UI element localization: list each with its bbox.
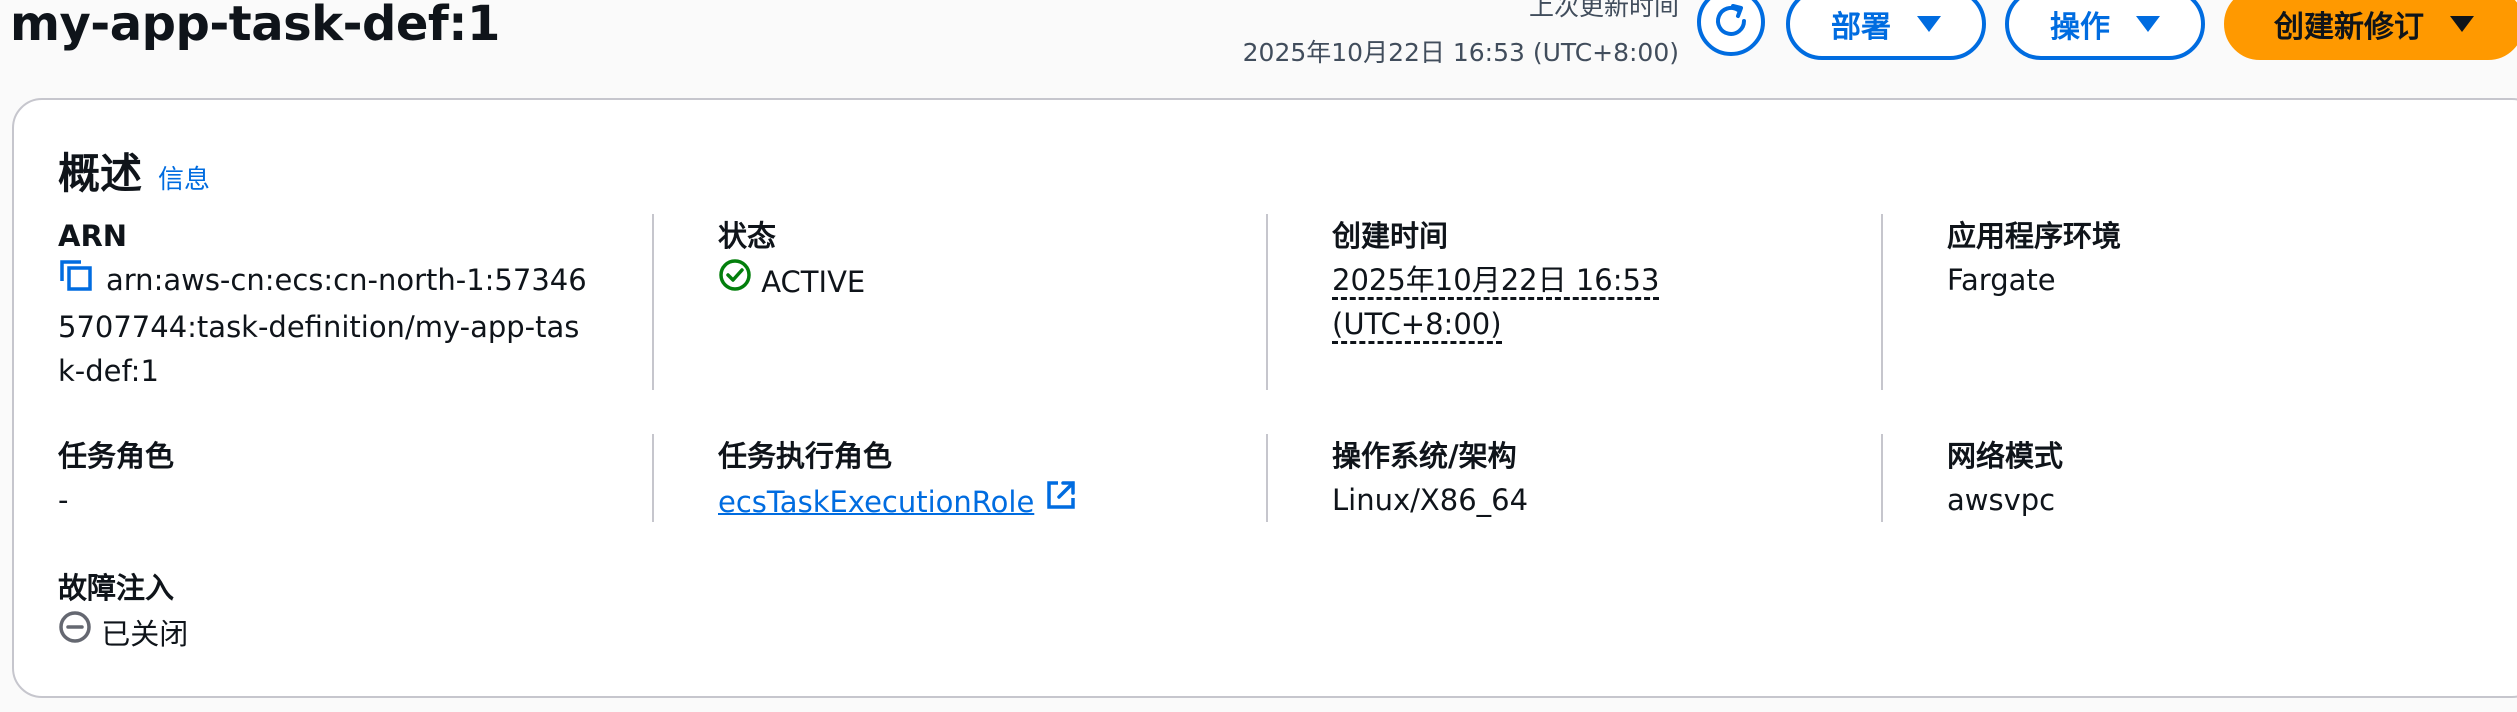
exec-role-value: ecsTaskExecutionRole	[718, 478, 1238, 524]
exec-role-link[interactable]: ecsTaskExecutionRole	[718, 485, 1034, 519]
created-time-line: 2025年10月22日 16:53	[1332, 263, 1660, 300]
column-divider	[1266, 434, 1268, 522]
app-env-field: 应用程序环境 Fargate	[1947, 214, 2467, 302]
overview-header: 概述 信息	[58, 140, 210, 201]
overview-title: 概述	[58, 149, 143, 198]
status-stopped-icon	[58, 611, 101, 651]
task-role-value: -	[58, 483, 69, 517]
arn-label: ARN	[58, 219, 128, 253]
fault-injection-label: 故障注入	[58, 571, 175, 605]
create-revision-button[interactable]: 创建新修订	[2224, 0, 2517, 60]
app-env-value: Fargate	[1947, 263, 2056, 297]
arn-line: arn:aws-cn:ecs:cn-north-1:57346	[106, 263, 587, 297]
deploy-dropdown-button[interactable]: 部署	[1786, 0, 1986, 60]
actions-dropdown-button[interactable]: 操作	[2005, 0, 2205, 60]
deploy-button-label: 部署	[1831, 11, 1891, 44]
status-label: 状态	[718, 219, 777, 253]
status-field: 状态 ACTIVE	[718, 214, 1238, 304]
fault-injection-field: 故障注入 已关闭	[58, 566, 618, 656]
info-link[interactable]: 信息	[158, 159, 210, 196]
external-link-icon[interactable]	[1044, 481, 1078, 519]
fault-injection-value: 已关闭	[58, 610, 618, 656]
refresh-icon	[1711, 1, 1751, 44]
last-updated-value: 2025年10月22日 16:53 (UTC+8:00)	[1242, 38, 1679, 67]
os-arch-field: 操作系统/架构 Linux/X86_64	[1332, 434, 1852, 522]
created-time-label: 创建时间	[1332, 219, 1449, 253]
fault-injection-text: 已关闭	[101, 617, 189, 651]
os-arch-label: 操作系统/架构	[1332, 439, 1517, 473]
column-divider	[652, 214, 654, 390]
caret-down-icon	[1917, 16, 1941, 32]
network-mode-label: 网络模式	[1947, 439, 2064, 473]
create-revision-label: 创建新修订	[2274, 11, 2424, 44]
exec-role-field: 任务执行角色 ecsTaskExecutionRole	[718, 434, 1238, 524]
os-arch-value: Linux/X86_64	[1332, 483, 1529, 517]
arn-line: 5707744:task-definition/my-app-tas	[58, 310, 580, 344]
caret-down-icon	[2136, 16, 2160, 32]
task-role-label: 任务角色	[58, 439, 175, 473]
column-divider	[1266, 214, 1268, 390]
refresh-button[interactable]	[1697, 0, 1765, 56]
last-updated: 上次更新时间 2025年10月22日 16:53 (UTC+8:00)	[1243, 0, 1679, 76]
created-time-value[interactable]: 2025年10月22日 16:53 (UTC+8:00)	[1332, 258, 1852, 346]
overview-container: 概述 信息 ARN arn:aws-cn:ecs:cn-north-1:5734…	[12, 98, 2517, 698]
arn-field: ARN arn:aws-cn:ecs:cn-north-1:57346 5707…	[58, 214, 618, 393]
arn-value: arn:aws-cn:ecs:cn-north-1:57346 5707744:…	[58, 258, 618, 393]
column-divider	[1881, 214, 1883, 390]
page-title: my-app-task-def:1	[10, 0, 500, 52]
copy-icon[interactable]	[58, 259, 94, 305]
created-time-line: (UTC+8:00)	[1332, 307, 1502, 344]
status-value: ACTIVE	[718, 258, 1238, 304]
last-updated-label: 上次更新时间	[1528, 0, 1679, 21]
arn-line: k-def:1	[58, 354, 159, 388]
status-success-icon	[718, 259, 761, 299]
exec-role-label: 任务执行角色	[718, 439, 893, 473]
column-divider	[1881, 434, 1883, 522]
column-divider	[652, 434, 654, 522]
caret-down-icon	[2450, 16, 2474, 32]
status-text: ACTIVE	[761, 265, 866, 299]
task-role-field: 任务角色 -	[58, 434, 618, 522]
network-mode-value: awsvpc	[1947, 483, 2056, 517]
network-mode-field: 网络模式 awsvpc	[1947, 434, 2467, 522]
actions-button-label: 操作	[2050, 11, 2110, 44]
created-time-field: 创建时间 2025年10月22日 16:53 (UTC+8:00)	[1332, 214, 1852, 346]
app-env-label: 应用程序环境	[1947, 219, 2122, 253]
